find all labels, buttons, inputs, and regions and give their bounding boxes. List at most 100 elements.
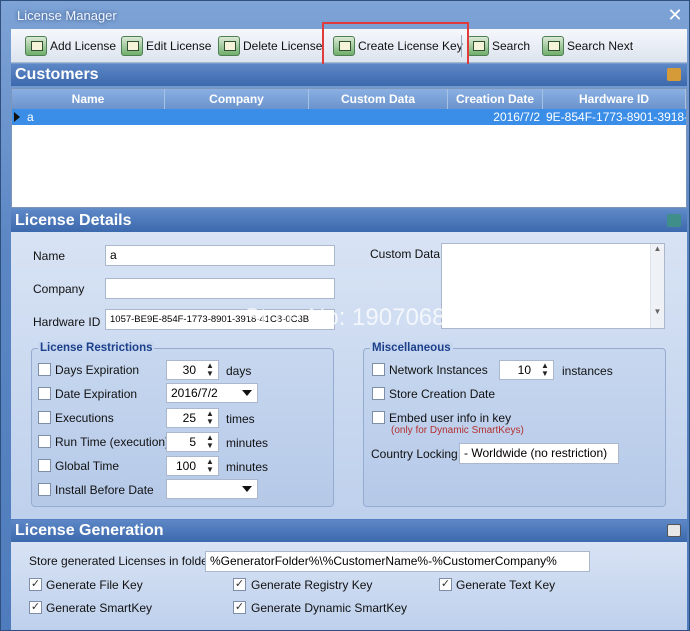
file-key-checkbox[interactable]: ✓ [29,578,42,591]
global-time-unit: minutes [226,460,269,474]
text-key-checkbox[interactable]: ✓ [439,578,452,591]
customers-grid[interactable]: Name Company Custom Data Creation Date H… [11,88,687,208]
cell-company [165,109,309,125]
vertical-scrollbar[interactable]: ▲ ▼ [650,244,664,328]
date-expiration-checkbox[interactable] [38,387,51,400]
file-key-label: Generate File Key [46,578,143,592]
executions-stepper[interactable]: 25 ▲ ▼ [166,408,219,428]
delete-license-icon [218,36,240,56]
install-before-checkbox[interactable] [38,483,51,496]
spin-arrows-icon[interactable]: ▲ ▼ [539,362,551,378]
text-key-label: Generate Text Key [456,578,556,592]
network-unit: instances [562,364,613,378]
license-restrictions-title: License Restrictions [38,342,155,354]
delete-license-label: Delete License [243,39,323,53]
license-details-title: License Details [15,212,132,229]
add-license-button[interactable]: Add License [25,33,116,59]
column-company[interactable]: Company [165,89,309,109]
company-field[interactable] [105,278,335,299]
column-custom-data[interactable]: Custom Data [309,89,448,109]
watermark-text: Store No: 1907068 [244,304,446,331]
miscellaneous-title: Miscellaneous [370,342,453,354]
network-instances-label: Network Instances [389,363,488,377]
grid-header: Name Company Custom Data Creation Date H… [12,89,686,109]
cell-hardware-id: 9E-854F-1773-8901-3918-41 [546,110,686,124]
search-next-button[interactable]: Search Next [542,33,633,59]
embed-note: (only for Dynamic SmartKeys) [391,425,524,436]
search-next-icon [542,36,564,56]
column-hardware-id[interactable]: Hardware ID [543,89,686,109]
country-locking-label: Country Locking [371,447,458,461]
executions-value: 25 [182,411,196,425]
dynamic-smart-key-checkbox[interactable]: ✓ [233,601,246,614]
days-expiration-stepper[interactable]: 30 ▲ ▼ [166,360,219,380]
license-manager-window: License Manager ✕ Add License Edit Licen… [0,0,690,631]
install-before-label: Install Before Date [55,483,154,497]
embed-user-info-checkbox[interactable] [372,411,385,424]
license-generation-header: License Generation [11,520,687,542]
custom-data-textarea[interactable]: ▲ ▼ [441,243,665,329]
chevron-down-icon[interactable] [242,486,252,492]
edit-license-button[interactable]: Edit License [121,33,211,59]
country-locking-field[interactable]: - Worldwide (no restriction) [459,443,619,464]
run-time-label: Run Time (execution) [55,435,170,449]
customers-icon [667,68,681,81]
cell-creation-date: 2016/7/2 [493,110,540,124]
license-generation-title: License Generation [15,522,164,539]
spin-arrows-icon[interactable]: ▲ ▼ [204,434,216,450]
embed-user-info-label: Embed user info in key [389,411,512,425]
smart-key-label: Generate SmartKey [46,601,153,615]
edit-license-label: Edit License [146,39,212,53]
license-restrictions-group: License Restrictions Days Expiration 30 ▲… [31,342,334,507]
delete-license-button[interactable]: Delete License [218,33,322,59]
global-time-stepper[interactable]: 100 ▲ ▼ [166,456,219,476]
date-value: 2016/7/2 [171,386,218,400]
global-time-checkbox[interactable] [38,459,51,472]
executions-checkbox[interactable] [38,411,51,424]
run-time-stepper[interactable]: 5 ▲ ▼ [166,432,219,452]
spin-arrows-icon[interactable]: ▲ ▼ [204,458,216,474]
add-license-icon [25,36,47,56]
table-row[interactable]: a 2016/7/2 9E-854F-1773-8901-3918-41 [12,109,686,125]
spin-arrows-icon[interactable]: ▲ ▼ [204,362,216,378]
column-creation-date[interactable]: Creation Date [448,89,543,109]
search-button[interactable]: Search [467,33,530,59]
install-before-select[interactable] [166,479,258,499]
company-label: Company [33,282,85,296]
customers-title: Customers [15,66,99,83]
folder-field[interactable]: %GeneratorFolder%\%CustomerName%-%Custom… [205,551,590,572]
chevron-down-icon[interactable] [242,390,252,396]
column-name[interactable]: Name [12,89,165,109]
search-label: Search [492,39,531,53]
cell-custom-data [309,109,448,125]
store-creation-date-label: Store Creation Date [389,387,496,401]
store-creation-date-checkbox[interactable] [372,387,385,400]
days-value: 30 [182,363,196,377]
run-time-value: 5 [189,435,196,449]
global-time-value: 100 [175,459,196,473]
smart-key-checkbox[interactable]: ✓ [29,601,42,614]
row-marker-icon [14,112,20,122]
hardware-id-label: Hardware ID [33,315,101,329]
global-time-label: Global Time [55,459,120,473]
registry-key-checkbox[interactable]: ✓ [233,578,246,591]
edit-license-icon [121,36,143,56]
miscellaneous-group: Miscellaneous Network Instances 10 ▲ ▼ ins… [363,342,666,507]
days-expiration-label: Days Expiration [55,363,140,377]
network-value: 10 [517,363,531,377]
run-time-checkbox[interactable] [38,435,51,448]
days-expiration-checkbox[interactable] [38,363,51,376]
date-expiration-label: Date Expiration [55,387,138,401]
network-instances-checkbox[interactable] [372,363,385,376]
spin-arrows-icon[interactable]: ▲ ▼ [204,410,216,426]
license-details-header: License Details [11,210,687,232]
customers-header: Customers [11,64,687,86]
network-instances-stepper[interactable]: 10 ▲ ▼ [499,360,554,380]
executions-label: Executions [55,411,114,425]
executions-unit: times [226,412,255,426]
close-icon[interactable]: ✕ [665,5,685,25]
date-expiration-select[interactable]: 2016/7/2 [166,383,258,403]
name-field[interactable]: a [105,245,335,266]
add-license-label: Add License [50,39,117,53]
folder-label: Store generated Licenses in folder: [29,554,216,568]
